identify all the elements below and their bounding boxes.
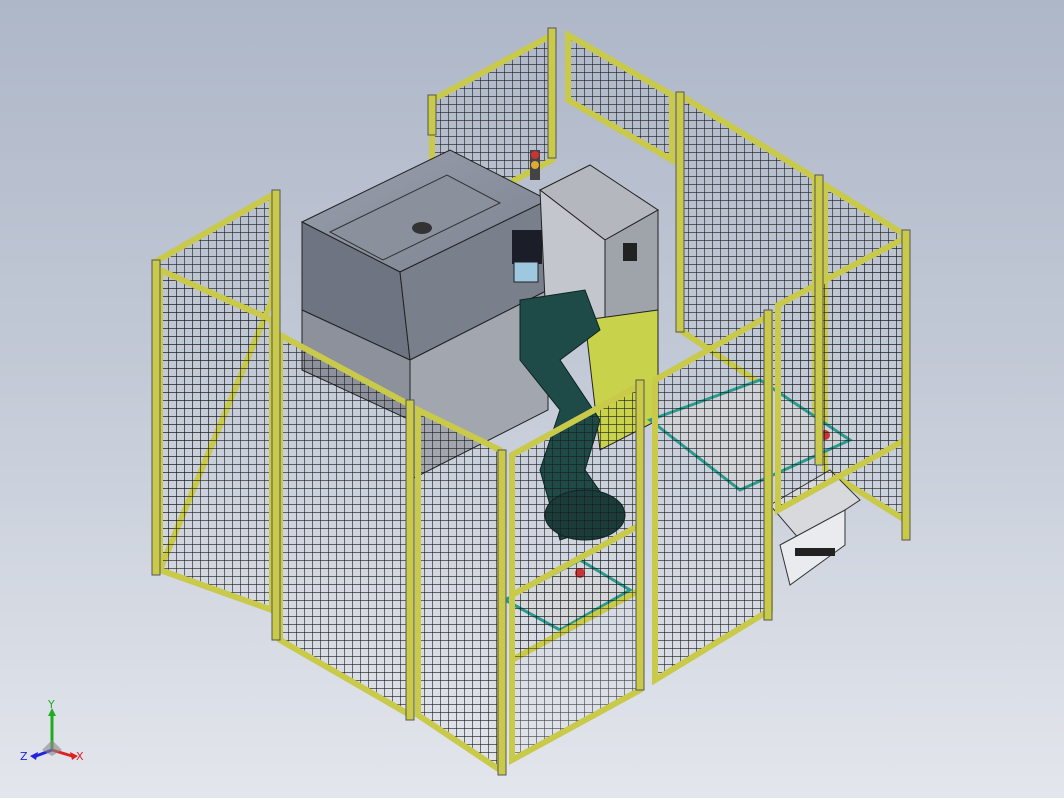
z-axis-label: Z bbox=[20, 750, 28, 763]
x-axis-label: X bbox=[76, 750, 84, 763]
workcell-model bbox=[151, 27, 911, 776]
axis-triad: Y X Z bbox=[20, 700, 84, 763]
y-axis-label: Y bbox=[47, 700, 55, 711]
cad-viewport[interactable]: Y X Z bbox=[0, 0, 1064, 798]
